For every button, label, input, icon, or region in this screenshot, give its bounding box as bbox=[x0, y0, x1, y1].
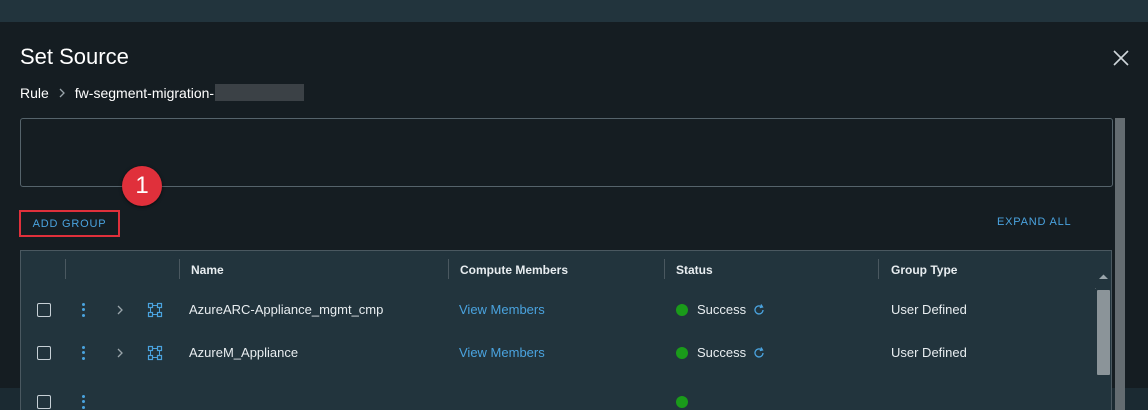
row-actions-icon[interactable] bbox=[81, 302, 85, 317]
chevron-right-icon[interactable] bbox=[115, 347, 125, 359]
column-divider[interactable] bbox=[448, 259, 449, 279]
step-callout-badge: 1 bbox=[122, 166, 162, 206]
status-text: Success bbox=[697, 302, 747, 317]
status-text: Success bbox=[697, 345, 747, 360]
success-status-icon bbox=[676, 346, 688, 359]
column-header-compute-members[interactable]: Compute Members bbox=[460, 251, 568, 288]
add-group-button[interactable]: ADD GROUP bbox=[19, 210, 120, 237]
selected-groups-area[interactable] bbox=[20, 118, 1113, 187]
row-checkbox[interactable] bbox=[37, 394, 51, 409]
expand-all-button[interactable]: EXPAND ALL bbox=[997, 216, 1071, 228]
row-actions-icon[interactable] bbox=[81, 394, 85, 409]
view-members-link[interactable]: View Members bbox=[459, 288, 545, 331]
group-name: AzureARC-Appliance_mgmt_cmp bbox=[189, 302, 384, 317]
app-header-strip bbox=[0, 0, 1148, 22]
success-status-icon bbox=[676, 395, 688, 408]
column-header-status[interactable]: Status bbox=[676, 251, 713, 288]
group-type: User Defined bbox=[891, 345, 967, 360]
group-type: User Defined bbox=[891, 302, 967, 317]
groups-table: Name Compute Members Status Group Type A… bbox=[20, 250, 1112, 410]
column-divider[interactable] bbox=[664, 259, 665, 279]
group-icon bbox=[147, 345, 163, 360]
row-checkbox[interactable] bbox=[37, 302, 51, 317]
table-row: AzureM_Appliance View Members Success Us… bbox=[21, 331, 1095, 375]
redacted-text bbox=[215, 84, 305, 101]
dialog-title: Set Source bbox=[20, 44, 129, 69]
table-header: Name Compute Members Status Group Type bbox=[21, 251, 1111, 289]
refresh-icon[interactable] bbox=[752, 303, 766, 317]
column-header-group-type[interactable]: Group Type bbox=[891, 251, 957, 288]
table-scrollbar-thumb[interactable] bbox=[1097, 290, 1110, 375]
breadcrumb-root[interactable]: Rule bbox=[20, 85, 49, 101]
view-members-link[interactable]: View Members bbox=[459, 331, 545, 374]
close-icon[interactable] bbox=[1111, 48, 1131, 68]
table-row: AzureARC-Appliance_mgmt_cmp View Members… bbox=[21, 288, 1095, 332]
breadcrumb-current: fw-segment-migration- bbox=[74, 84, 215, 101]
success-status-icon bbox=[676, 303, 688, 316]
breadcrumb: Rule fw-segment-migration- bbox=[20, 84, 305, 101]
column-divider[interactable] bbox=[878, 259, 879, 279]
column-header-name[interactable]: Name bbox=[191, 251, 224, 288]
row-checkbox[interactable] bbox=[37, 345, 51, 360]
column-divider bbox=[179, 259, 180, 279]
chevron-right-icon bbox=[59, 88, 65, 97]
column-divider bbox=[65, 259, 66, 279]
dialog-scrollbar[interactable] bbox=[1115, 118, 1125, 410]
chevron-right-icon[interactable] bbox=[115, 304, 125, 316]
refresh-icon[interactable] bbox=[752, 346, 766, 360]
scroll-up-icon[interactable] bbox=[1096, 271, 1111, 283]
group-icon bbox=[147, 302, 163, 317]
table-row-partial bbox=[21, 374, 1095, 410]
row-actions-icon[interactable] bbox=[81, 345, 85, 360]
set-source-dialog: Set Source Rule fw-segment-migration- 1 … bbox=[0, 22, 1148, 410]
group-name: AzureM_Appliance bbox=[189, 345, 299, 360]
